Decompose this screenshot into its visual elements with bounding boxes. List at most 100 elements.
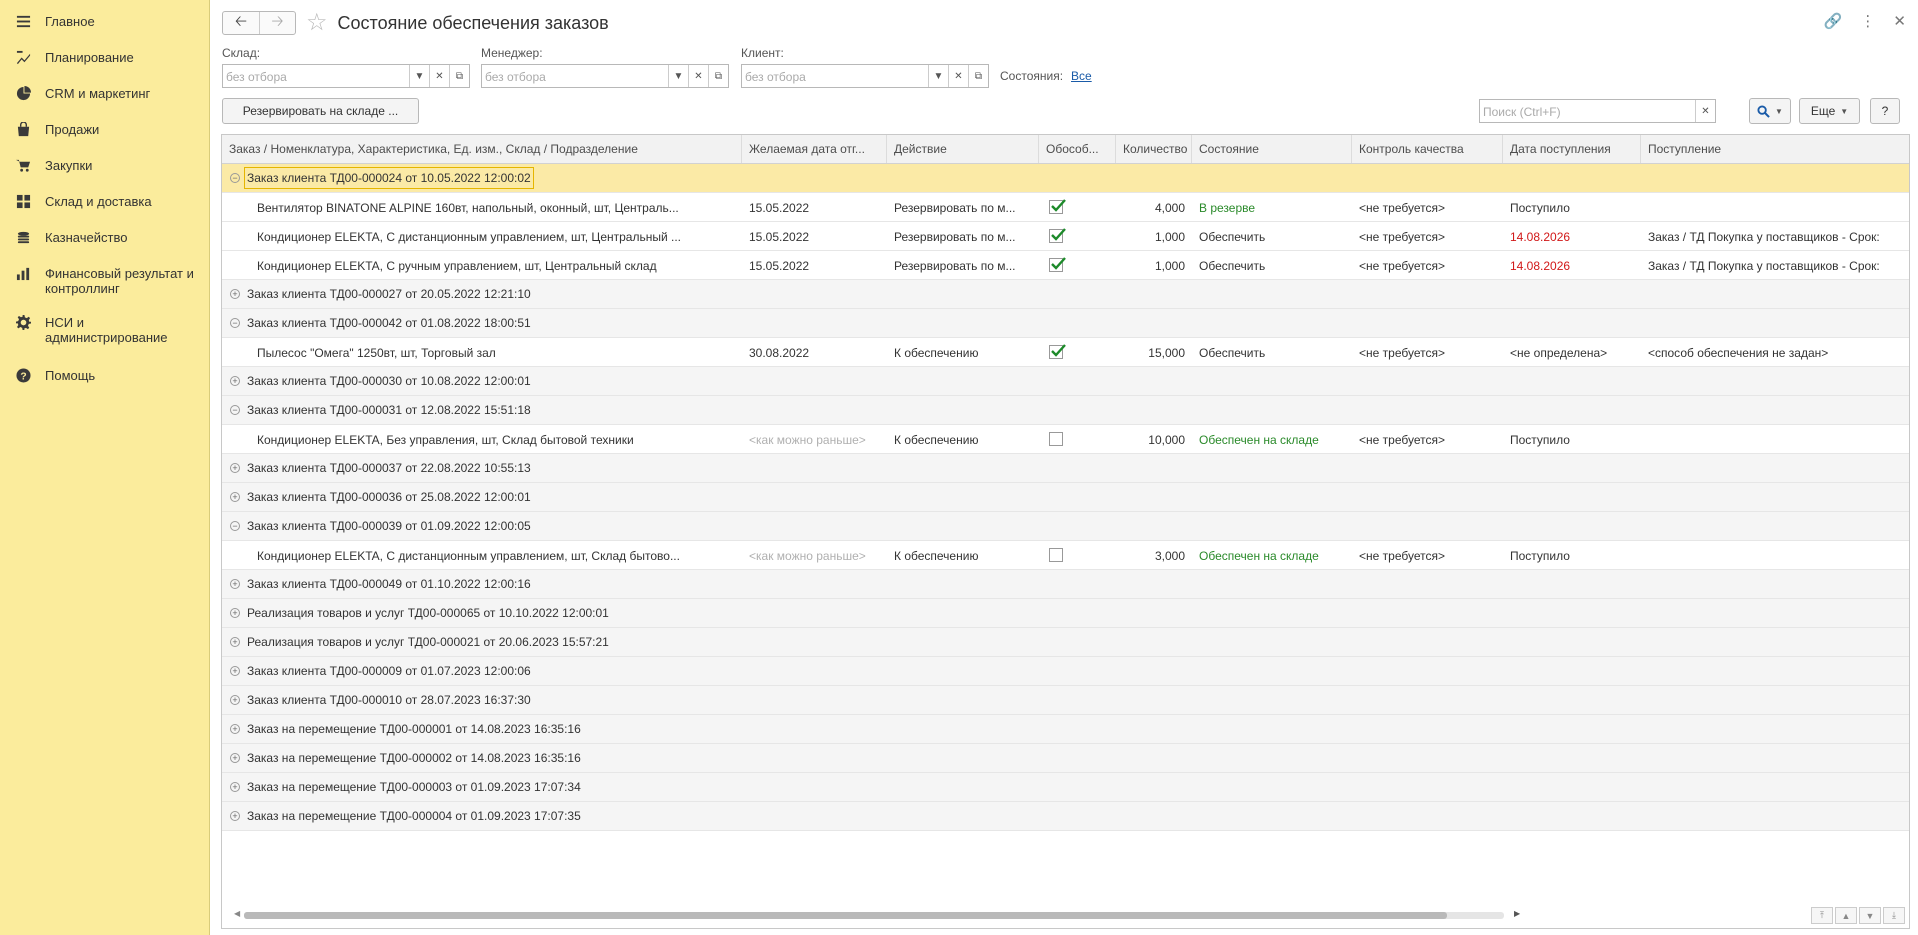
scroll-bottom-icon[interactable]: ⤓: [1883, 907, 1905, 924]
expand-icon[interactable]: +: [230, 376, 240, 386]
expand-icon[interactable]: +: [230, 463, 240, 473]
sidebar-item-9[interactable]: ? Помощь: [0, 367, 209, 383]
manager-filter[interactable]: без отбора ▼ ✕ ⧉: [481, 64, 729, 88]
expand-icon[interactable]: +: [230, 579, 240, 589]
manager-filter-input[interactable]: без отбора: [482, 65, 668, 87]
clear-search-icon[interactable]: ✕: [1695, 100, 1715, 122]
expand-icon[interactable]: +: [230, 666, 240, 676]
back-button[interactable]: 🡠: [223, 12, 259, 34]
scroll-left-icon[interactable]: ◀: [234, 909, 240, 918]
chevron-down-icon[interactable]: ▼: [928, 65, 948, 87]
clear-icon[interactable]: ✕: [688, 65, 708, 87]
sidebar-item-1[interactable]: Планирование: [0, 49, 209, 65]
table-row[interactable]: Кондиционер ELEKTA, Без управления, шт, …: [222, 425, 1909, 454]
group-row[interactable]: + Заказ на перемещение ТД00-000001 от 14.…: [222, 715, 1909, 744]
scroll-down-icon[interactable]: ▼: [1859, 907, 1881, 924]
group-row[interactable]: + Реализация товаров и услуг ТД00-000065 …: [222, 599, 1909, 628]
client-filter-input[interactable]: без отбора: [742, 65, 928, 87]
clear-icon[interactable]: ✕: [429, 65, 449, 87]
client-filter[interactable]: без отбора ▼ ✕ ⧉: [741, 64, 989, 88]
isolated-checkbox[interactable]: [1049, 432, 1063, 446]
group-row[interactable]: + Заказ на перемещение ТД00-000003 от 01.…: [222, 773, 1909, 802]
sidebar-item-8[interactable]: НСИ и администрирование: [0, 314, 209, 345]
warehouse-filter-input[interactable]: без отбора: [223, 65, 409, 87]
group-row[interactable]: − Заказ клиента ТД00-000031 от 12.08.2022…: [222, 396, 1909, 425]
group-row[interactable]: + Заказ клиента ТД00-000030 от 10.08.2022…: [222, 367, 1909, 396]
search-box[interactable]: Поиск (Ctrl+F) ✕: [1479, 99, 1716, 123]
reserve-button[interactable]: Резервировать на складе ...: [222, 98, 419, 124]
expand-icon[interactable]: +: [230, 782, 240, 792]
states-link[interactable]: Все: [1071, 69, 1092, 83]
column-header[interactable]: Контроль качества: [1352, 135, 1503, 163]
orders-table[interactable]: Заказ / Номенклатура, Характеристика, Ед…: [221, 134, 1910, 929]
collapse-icon[interactable]: −: [230, 521, 240, 531]
group-row[interactable]: + Заказ клиента ТД00-000010 от 28.07.2023…: [222, 686, 1909, 715]
scroll-top-icon[interactable]: ⤒: [1811, 907, 1833, 924]
more-actions-icon[interactable]: ⋮: [1860, 12, 1875, 30]
sidebar-item-2[interactable]: CRM и маркетинг: [0, 85, 209, 101]
table-row[interactable]: Кондиционер ELEKTA, С дистанционным упра…: [222, 222, 1909, 251]
group-row[interactable]: + Реализация товаров и услуг ТД00-000021 …: [222, 628, 1909, 657]
column-header[interactable]: Заказ / Номенклатура, Характеристика, Ед…: [222, 135, 742, 163]
scroll-right-icon[interactable]: ▶: [1514, 909, 1520, 918]
group-row[interactable]: − Заказ клиента ТД00-000024 от 10.05.2022…: [222, 164, 1909, 193]
group-row[interactable]: + Заказ клиента ТД00-000009 от 01.07.2023…: [222, 657, 1909, 686]
link-icon[interactable]: 🔗: [1824, 12, 1843, 30]
horizontal-scrollbar[interactable]: ◀ ▶: [234, 908, 1524, 920]
expand-icon[interactable]: +: [230, 724, 240, 734]
column-header[interactable]: Состояние: [1192, 135, 1352, 163]
column-header[interactable]: Дата поступления: [1503, 135, 1641, 163]
favorite-star-icon[interactable]: ☆: [306, 11, 328, 35]
group-row[interactable]: + Заказ клиента ТД00-000037 от 22.08.2022…: [222, 454, 1909, 483]
close-icon[interactable]: ✕: [1893, 12, 1906, 30]
expand-icon[interactable]: +: [230, 608, 240, 618]
expand-icon[interactable]: +: [230, 289, 240, 299]
open-icon[interactable]: ⧉: [968, 65, 988, 87]
expand-icon[interactable]: +: [230, 637, 240, 647]
chevron-down-icon[interactable]: ▼: [409, 65, 429, 87]
collapse-icon[interactable]: −: [230, 405, 240, 415]
sidebar-item-6[interactable]: Казначейство: [0, 229, 209, 245]
column-header[interactable]: Желаемая дата отг...: [742, 135, 887, 163]
group-row[interactable]: + Заказ на перемещение ТД00-000004 от 01.…: [222, 802, 1909, 831]
table-row[interactable]: Вентилятор BINATONE ALPINE 160вт, наполь…: [222, 193, 1909, 222]
isolated-checkbox[interactable]: [1049, 344, 1066, 359]
group-row[interactable]: − Заказ клиента ТД00-000042 от 01.08.2022…: [222, 309, 1909, 338]
sidebar-item-0[interactable]: Главное: [0, 13, 209, 29]
table-row[interactable]: Кондиционер ELEKTA, С дистанционным упра…: [222, 541, 1909, 570]
chevron-down-icon[interactable]: ▼: [668, 65, 688, 87]
collapse-icon[interactable]: −: [230, 173, 240, 183]
collapse-icon[interactable]: −: [230, 318, 240, 328]
column-header[interactable]: Действие: [887, 135, 1039, 163]
forward-button[interactable]: 🡢: [259, 12, 295, 34]
sidebar-item-4[interactable]: Закупки: [0, 157, 209, 173]
group-row[interactable]: + Заказ клиента ТД00-000027 от 20.05.2022…: [222, 280, 1909, 309]
group-row[interactable]: − Заказ клиента ТД00-000039 от 01.09.2022…: [222, 512, 1909, 541]
expand-icon[interactable]: +: [230, 492, 240, 502]
open-icon[interactable]: ⧉: [449, 65, 469, 87]
scrollbar-thumb[interactable]: [244, 912, 1447, 919]
group-row[interactable]: + Заказ на перемещение ТД00-000002 от 14.…: [222, 744, 1909, 773]
table-row[interactable]: Пылесос "Омега" 1250вт, шт, Торговый зал…: [222, 338, 1909, 367]
warehouse-filter[interactable]: без отбора ▼ ✕ ⧉: [222, 64, 470, 88]
group-row[interactable]: + Заказ клиента ТД00-000036 от 25.08.2022…: [222, 483, 1909, 512]
search-input[interactable]: Поиск (Ctrl+F): [1480, 100, 1695, 122]
help-button[interactable]: ?: [1870, 98, 1900, 124]
search-button[interactable]: ▼: [1749, 98, 1791, 124]
scroll-up-icon[interactable]: ▲: [1835, 907, 1857, 924]
expand-icon[interactable]: +: [230, 753, 240, 763]
table-row[interactable]: Кондиционер ELEKTA, С ручным управлением…: [222, 251, 1909, 280]
isolated-checkbox[interactable]: [1049, 228, 1066, 243]
open-icon[interactable]: ⧉: [708, 65, 728, 87]
group-row[interactable]: + Заказ клиента ТД00-000049 от 01.10.2022…: [222, 570, 1909, 599]
expand-icon[interactable]: +: [230, 695, 240, 705]
isolated-checkbox[interactable]: [1049, 257, 1066, 272]
isolated-checkbox[interactable]: [1049, 548, 1063, 562]
more-button[interactable]: Еще ▼: [1799, 98, 1860, 124]
sidebar-item-7[interactable]: Финансовый результат и контроллинг: [0, 265, 209, 296]
column-header[interactable]: Поступление: [1641, 135, 1909, 163]
sidebar-item-5[interactable]: Склад и доставка: [0, 193, 209, 209]
clear-icon[interactable]: ✕: [948, 65, 968, 87]
column-header[interactable]: Количество: [1116, 135, 1192, 163]
expand-icon[interactable]: +: [230, 811, 240, 821]
